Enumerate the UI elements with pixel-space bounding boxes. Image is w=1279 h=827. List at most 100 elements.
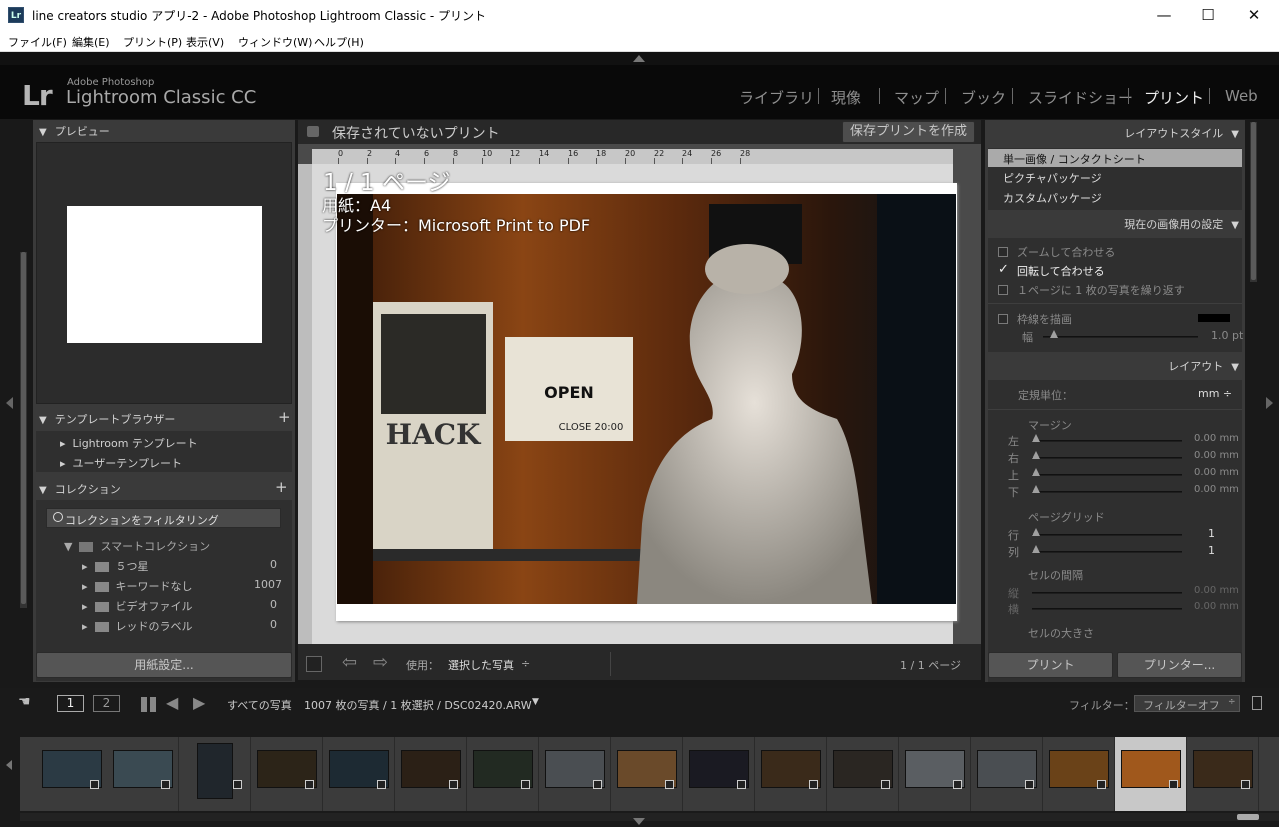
page-setup-button[interactable]: 用紙設定... <box>36 652 292 678</box>
columns-slider[interactable] <box>1032 551 1182 553</box>
template-folder-user[interactable]: ▸ ユーザーテンプレート <box>60 455 182 471</box>
border-width-slider[interactable] <box>1043 336 1198 338</box>
primary-window-button[interactable]: 1 <box>57 695 84 712</box>
filmstrip-thumbnail[interactable] <box>1187 737 1259 811</box>
left-scrollbar[interactable] <box>20 252 27 608</box>
filmstrip-thumbnail[interactable] <box>395 737 467 811</box>
filmstrip-thumbnail[interactable] <box>755 737 827 811</box>
filmstrip-thumbnail[interactable] <box>827 737 899 811</box>
slider-knob[interactable] <box>1032 528 1040 536</box>
slider-knob[interactable] <box>1032 485 1040 493</box>
image-settings-header[interactable]: 現在の画像用の設定 ▼ <box>1124 216 1239 236</box>
smart-collection-item[interactable]: ▸ キーワードなし <box>82 578 193 594</box>
filmstrip-thumbnail[interactable] <box>899 737 971 811</box>
filmstrip-thumbnail[interactable] <box>107 737 179 811</box>
top-panel-toggle[interactable] <box>0 52 1279 65</box>
module-web[interactable]: Web <box>1225 87 1258 105</box>
create-saved-print-button[interactable]: 保存プリントを作成 <box>842 121 975 143</box>
filmstrip-scroll-thumb[interactable] <box>1237 814 1259 820</box>
filmstrip-thumbnail[interactable] <box>1043 737 1115 811</box>
collections-header[interactable]: ▼ コレクション <box>39 481 121 501</box>
use-selector[interactable]: 選択した写真 <box>448 657 514 673</box>
filmstrip-count[interactable]: 1007 枚の写真 / 1 枚選択 / DSC02420.ARW <box>304 697 532 713</box>
slider-knob[interactable] <box>1032 451 1040 459</box>
repeat-photo-checkbox[interactable] <box>998 285 1008 295</box>
back-arrow-icon[interactable]: ◀ <box>166 693 178 712</box>
collection-filter-input[interactable]: コレクションをフィルタリング <box>46 508 281 528</box>
margin-slider[interactable] <box>1032 474 1182 476</box>
menu-help[interactable]: ヘルプ(H) <box>314 34 364 50</box>
filmstrip-thumbnail[interactable] <box>36 737 108 811</box>
border-color-swatch[interactable] <box>1198 314 1230 322</box>
module-book[interactable]: ブック <box>961 87 1006 108</box>
smart-collection-item[interactable]: ▸ ビデオファイル <box>82 598 193 614</box>
filmstrip-thumbnail[interactable] <box>1115 737 1187 811</box>
module-slideshow[interactable]: スライドショー <box>1028 87 1133 108</box>
previous-page-icon[interactable]: ⇦ <box>342 652 357 673</box>
menu-file[interactable]: ファイル(F) <box>8 34 67 50</box>
margin-slider[interactable] <box>1032 491 1182 493</box>
filter-lock-icon[interactable] <box>1252 696 1262 710</box>
filmstrip-thumbnail[interactable] <box>611 737 683 811</box>
hand-cursor-icon[interactable]: ☚ <box>18 694 31 710</box>
layout-style-custom-package[interactable]: カスタムパッケージ <box>1003 190 1102 206</box>
filmstrip-thumbnail[interactable] <box>323 737 395 811</box>
module-print[interactable]: プリント <box>1144 87 1204 108</box>
menu-print[interactable]: プリント(P) <box>123 34 182 50</box>
add-collection-icon[interactable]: + <box>275 478 288 496</box>
filmstrip-thumbnail[interactable] <box>683 737 755 811</box>
slider-knob[interactable] <box>1050 330 1058 338</box>
grid-view-icon[interactable] <box>141 697 156 712</box>
use-selector-chevron-icon[interactable]: ÷ <box>521 657 530 670</box>
filmstrip-scrollbar[interactable] <box>20 813 1279 821</box>
rows-slider[interactable] <box>1032 534 1182 536</box>
horizontal-spacing-slider[interactable] <box>1032 608 1182 610</box>
right-scrollbar[interactable] <box>1250 122 1257 282</box>
slider-knob[interactable] <box>1032 468 1040 476</box>
close-button[interactable]: ✕ <box>1231 0 1277 30</box>
margin-slider[interactable] <box>1032 457 1182 459</box>
secondary-window-button[interactable]: 2 <box>93 695 120 712</box>
forward-arrow-icon[interactable]: ▶ <box>193 693 205 712</box>
smart-collection-folder[interactable]: ▼ スマートコレクション <box>64 538 210 554</box>
print-button[interactable]: プリント <box>988 652 1113 678</box>
smart-collection-item[interactable]: ▸ レッドのラベル <box>82 618 193 634</box>
module-map[interactable]: マップ <box>894 87 939 108</box>
rotate-fit-checkbox[interactable]: ✓ <box>998 262 1009 277</box>
filmstrip-left-arrow-icon[interactable] <box>6 760 12 770</box>
layout-style-header[interactable]: レイアウトスタイル ▼ <box>1124 125 1239 145</box>
smart-collection-item[interactable]: ▸ ５つ星 <box>82 558 149 574</box>
slider-knob[interactable] <box>1032 434 1040 442</box>
filmstrip-thumbnail[interactable] <box>251 737 323 811</box>
layout-header[interactable]: レイアウト ▼ <box>1168 358 1239 378</box>
ruler-units-selector[interactable]: mm ÷ <box>1198 387 1232 400</box>
stroke-border-checkbox[interactable] <box>998 314 1008 324</box>
bottom-panel-toggle-icon[interactable] <box>633 818 645 826</box>
filter-dropdown[interactable]: フィルターオフ ÷ <box>1134 695 1240 712</box>
menu-edit[interactable]: 編集(E) <box>72 34 110 50</box>
vertical-spacing-slider[interactable] <box>1032 592 1182 594</box>
margin-slider[interactable] <box>1032 440 1182 442</box>
filmstrip-menu-chevron-icon[interactable]: ▼ <box>532 697 539 707</box>
maximize-button[interactable]: ☐ <box>1185 0 1231 30</box>
zoom-fit-checkbox[interactable] <box>998 247 1008 257</box>
slider-knob[interactable] <box>1032 545 1040 553</box>
right-panel-toggle-icon[interactable] <box>1266 397 1273 409</box>
preview-panel-header[interactable]: ▼ プレビュー <box>39 123 110 143</box>
add-template-icon[interactable]: + <box>278 408 291 426</box>
minimize-button[interactable]: — <box>1141 0 1187 30</box>
menu-view[interactable]: 表示(V) <box>186 34 224 50</box>
template-browser-header[interactable]: ▼ テンプレートブラウザー <box>39 411 175 431</box>
filmstrip-thumbnail[interactable] <box>971 737 1043 811</box>
module-library[interactable]: ライブラリ <box>739 87 814 108</box>
module-develop[interactable]: 現像 <box>831 87 861 108</box>
view-toggle-checkbox[interactable] <box>306 656 322 672</box>
template-folder-lightroom[interactable]: ▸ Lightroom テンプレート <box>60 435 198 451</box>
next-page-icon[interactable]: ⇨ <box>373 652 388 673</box>
filmstrip-source[interactable]: すべての写真 <box>227 697 292 713</box>
printer-button[interactable]: プリンター... <box>1117 652 1242 678</box>
filmstrip-thumbnail[interactable] <box>179 737 251 811</box>
filmstrip-thumbnail[interactable] <box>467 737 539 811</box>
menu-window[interactable]: ウィンドウ(W) <box>238 34 312 50</box>
filmstrip-thumbnail[interactable] <box>539 737 611 811</box>
